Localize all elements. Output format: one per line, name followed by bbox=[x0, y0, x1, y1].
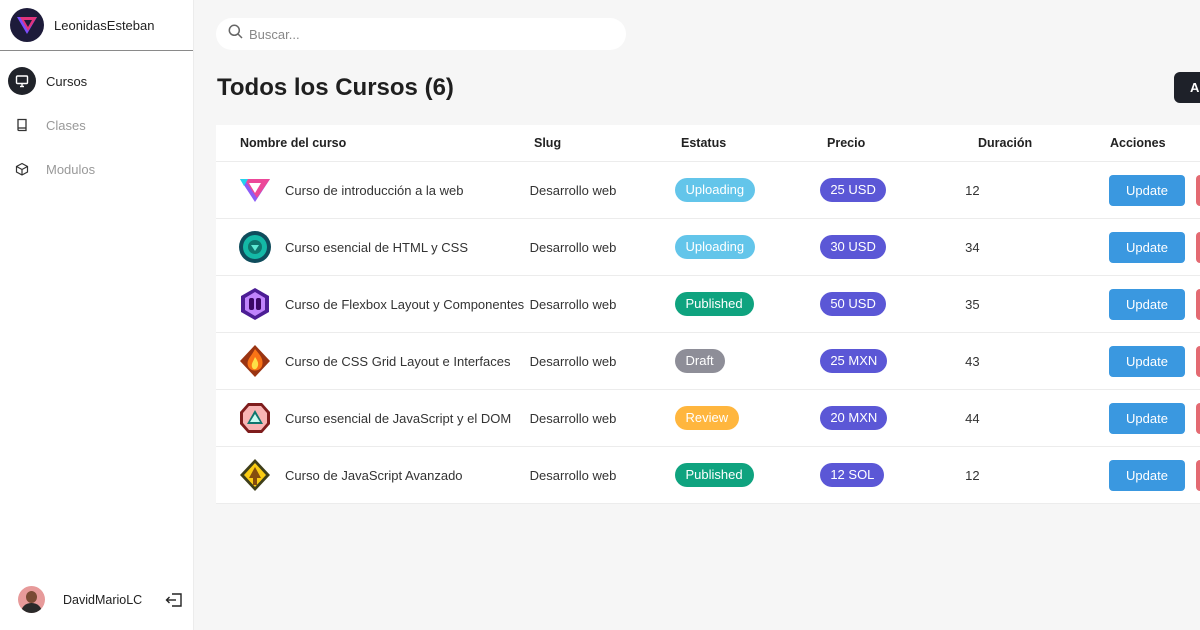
status-badge: Review bbox=[674, 406, 740, 430]
delete-button[interactable] bbox=[1195, 402, 1200, 434]
course-duration: 12 bbox=[965, 182, 980, 198]
status-badge: Uploading bbox=[674, 235, 756, 259]
sidebar-item-cursos[interactable]: Cursos bbox=[0, 59, 193, 103]
price-badge: 25 USD bbox=[820, 178, 886, 202]
update-button[interactable]: Update bbox=[1108, 231, 1185, 263]
column-header-status: Estatus bbox=[681, 136, 727, 150]
search-input[interactable] bbox=[249, 26, 609, 42]
javascript-dom-icon bbox=[238, 401, 272, 435]
logout-icon[interactable] bbox=[165, 592, 183, 608]
update-button[interactable]: Update bbox=[1108, 402, 1185, 434]
table-row[interactable]: Curso de Flexbox Layout y Componentes De… bbox=[216, 276, 1200, 333]
table-row[interactable]: Curso esencial de HTML y CSS Desarrollo … bbox=[216, 219, 1200, 276]
search-bar[interactable] bbox=[216, 18, 626, 50]
course-slug: Desarrollo web bbox=[529, 239, 617, 255]
monitor-icon bbox=[8, 67, 36, 95]
course-name: Curso de Flexbox Layout y Componentes bbox=[285, 296, 525, 312]
update-button[interactable]: Update bbox=[1108, 174, 1185, 206]
course-slug: Desarrollo web bbox=[529, 467, 617, 483]
user-panel: DavidMarioLC bbox=[18, 586, 183, 613]
status-badge: Published bbox=[674, 463, 754, 487]
column-header-name: Nombre del curso bbox=[240, 136, 347, 150]
search-icon bbox=[228, 24, 243, 44]
courses-table: Nombre del curso Slug Estatus Precio Dur… bbox=[216, 125, 1200, 504]
course-duration: 43 bbox=[965, 353, 980, 369]
course-slug: Desarrollo web bbox=[529, 410, 617, 426]
sidebar-item-modulos[interactable]: Modulos bbox=[0, 147, 193, 191]
sidebar-item-label: Clases bbox=[46, 117, 86, 133]
css-grid-flame-icon bbox=[238, 344, 272, 378]
user-name: DavidMarioLC bbox=[63, 592, 143, 607]
main-content: Todos los Cursos (6) A Nombre del curso … bbox=[194, 0, 1200, 630]
course-duration: 44 bbox=[965, 410, 980, 426]
course-name: Curso esencial de JavaScript y el DOM bbox=[285, 410, 512, 426]
intro-web-icon bbox=[238, 173, 272, 207]
table-header: Nombre del curso Slug Estatus Precio Dur… bbox=[216, 125, 1200, 162]
flexbox-icon bbox=[238, 287, 272, 321]
price-badge: 12 SOL bbox=[820, 463, 885, 487]
sidebar-item-label: Modulos bbox=[46, 161, 96, 177]
table-row[interactable]: Curso de JavaScript Avanzado Desarrollo … bbox=[216, 447, 1200, 504]
column-header-actions: Acciones bbox=[1110, 136, 1166, 150]
course-name: Curso de introducción a la web bbox=[285, 182, 464, 198]
sidebar-item-label: Cursos bbox=[46, 73, 88, 89]
column-header-slug: Slug bbox=[534, 136, 562, 150]
update-button[interactable]: Update bbox=[1108, 288, 1185, 320]
course-slug: Desarrollo web bbox=[529, 296, 617, 312]
status-badge: Uploading bbox=[674, 178, 756, 202]
cube-icon bbox=[8, 155, 36, 183]
table-row[interactable]: Curso de CSS Grid Layout e Interfaces De… bbox=[216, 333, 1200, 390]
javascript-advanced-icon bbox=[238, 458, 272, 492]
table-row[interactable]: Curso esencial de JavaScript y el DOM De… bbox=[216, 390, 1200, 447]
column-header-duration: Duración bbox=[978, 136, 1033, 150]
course-slug: Desarrollo web bbox=[529, 353, 617, 369]
course-name: Curso de JavaScript Avanzado bbox=[285, 467, 463, 483]
brand: LeonidasEsteban bbox=[0, 0, 193, 51]
column-header-price: Precio bbox=[827, 136, 866, 150]
price-badge: 20 MXN bbox=[820, 406, 888, 430]
course-name: Curso esencial de HTML y CSS bbox=[285, 239, 469, 255]
book-icon bbox=[8, 111, 36, 139]
course-duration: 12 bbox=[965, 467, 980, 483]
course-name: Curso de CSS Grid Layout e Interfaces bbox=[285, 353, 511, 369]
status-badge: Draft bbox=[674, 349, 725, 373]
update-button[interactable]: Update bbox=[1108, 459, 1185, 491]
brand-name: LeonidasEsteban bbox=[54, 17, 155, 33]
delete-button[interactable] bbox=[1195, 345, 1200, 377]
delete-button[interactable] bbox=[1195, 231, 1200, 263]
price-badge: 50 USD bbox=[820, 292, 886, 316]
status-badge: Published bbox=[674, 292, 754, 316]
html-css-icon bbox=[238, 230, 272, 264]
page-title: Todos los Cursos (6) bbox=[217, 74, 454, 101]
price-badge: 25 MXN bbox=[820, 349, 888, 373]
add-course-button[interactable]: A bbox=[1174, 72, 1200, 103]
course-duration: 34 bbox=[965, 239, 980, 255]
delete-button[interactable] bbox=[1195, 459, 1200, 491]
brand-logo-icon[interactable] bbox=[10, 8, 44, 42]
course-duration: 35 bbox=[965, 296, 980, 312]
update-button[interactable]: Update bbox=[1108, 345, 1185, 377]
delete-button[interactable] bbox=[1195, 288, 1200, 320]
price-badge: 30 USD bbox=[820, 235, 886, 259]
sidebar: LeonidasEsteban Cursos Clases Modulos Da… bbox=[0, 0, 194, 630]
delete-button[interactable] bbox=[1195, 174, 1200, 206]
table-row[interactable]: Curso de introducción a la web Desarroll… bbox=[216, 162, 1200, 219]
sidebar-nav: Cursos Clases Modulos bbox=[0, 59, 193, 191]
avatar[interactable] bbox=[18, 586, 45, 613]
course-slug: Desarrollo web bbox=[529, 182, 617, 198]
sidebar-item-clases[interactable]: Clases bbox=[0, 103, 193, 147]
